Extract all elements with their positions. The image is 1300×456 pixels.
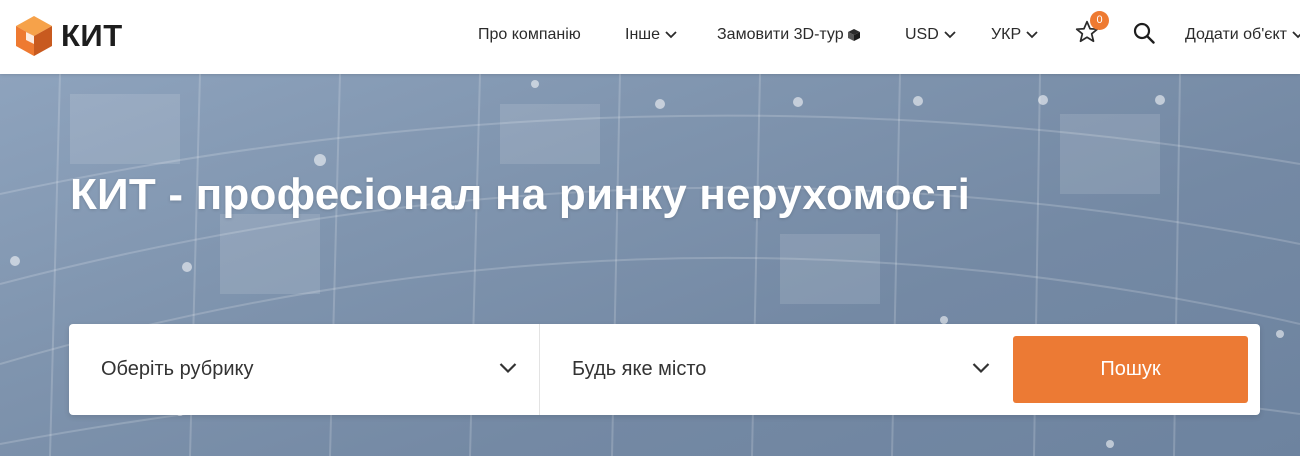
search-bar: Оберіть рубрику Будь яке місто Пошук — [69, 324, 1260, 415]
search-button[interactable]: Пошук — [1013, 336, 1248, 403]
city-select[interactable]: Будь яке місто — [540, 324, 1012, 415]
language-label: УКР — [991, 26, 1022, 43]
add-object-dropdown[interactable]: Додати об'єкт — [1185, 24, 1300, 46]
hero-section: КИТ - професіонал на ринку нерухомості О… — [0, 74, 1300, 456]
category-select-label: Оберіть рубрику — [101, 358, 254, 380]
language-dropdown[interactable]: УКР — [991, 24, 1038, 46]
nav-tour-label: Замовити 3D-тур — [717, 26, 844, 43]
favorites-count-badge: 0 — [1090, 11, 1109, 30]
currency-label: USD — [905, 26, 939, 43]
city-select-label: Будь яке місто — [572, 358, 707, 380]
search-icon[interactable] — [1133, 22, 1155, 44]
currency-dropdown[interactable]: USD — [905, 24, 956, 46]
cube-icon — [847, 29, 860, 41]
cube-logo-icon — [16, 16, 52, 56]
logo[interactable]: КИТ — [14, 14, 123, 58]
add-object-label: Додати об'єкт — [1185, 26, 1287, 43]
chevron-down-icon — [1292, 31, 1300, 39]
chevron-down-icon — [944, 31, 956, 39]
category-select[interactable]: Оберіть рубрику — [69, 324, 540, 415]
nav-order-3d-tour[interactable]: Замовити 3D-тур — [717, 24, 861, 46]
logo-text: КИТ — [61, 18, 123, 53]
chevron-down-icon — [1026, 31, 1038, 39]
chevron-down-icon — [972, 363, 990, 374]
chevron-down-icon — [499, 363, 517, 374]
chevron-down-icon — [665, 31, 677, 39]
nav-other-dropdown[interactable]: Інше — [625, 24, 677, 46]
nav-about[interactable]: Про компанію — [478, 24, 581, 46]
hero-title: КИТ - професіонал на ринку нерухомості — [70, 170, 971, 219]
site-header: КИТ Про компанію Інше Замовити 3D-тур US… — [0, 0, 1300, 74]
nav-other-label: Інше — [625, 26, 661, 43]
nav-about-label: Про компанію — [478, 26, 581, 43]
